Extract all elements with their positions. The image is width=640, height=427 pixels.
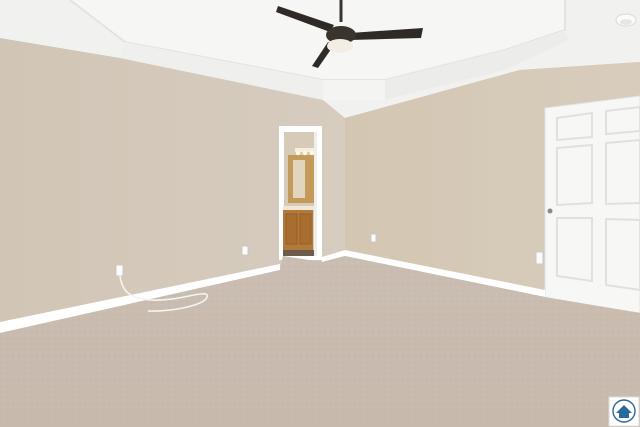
room-photo — [0, 0, 640, 427]
outlet-right — [370, 233, 377, 243]
outlet-middle — [241, 245, 249, 256]
watermark-logo — [608, 396, 640, 427]
door-knob[interactable] — [547, 208, 553, 214]
vanity-light — [295, 148, 315, 156]
bathroom-vanity — [283, 206, 314, 250]
outlet-left — [115, 264, 124, 277]
bathroom-doorway — [279, 126, 322, 260]
smoke-detector — [615, 13, 637, 27]
outlet-door — [535, 251, 544, 265]
closed-white-door[interactable] — [544, 95, 640, 314]
